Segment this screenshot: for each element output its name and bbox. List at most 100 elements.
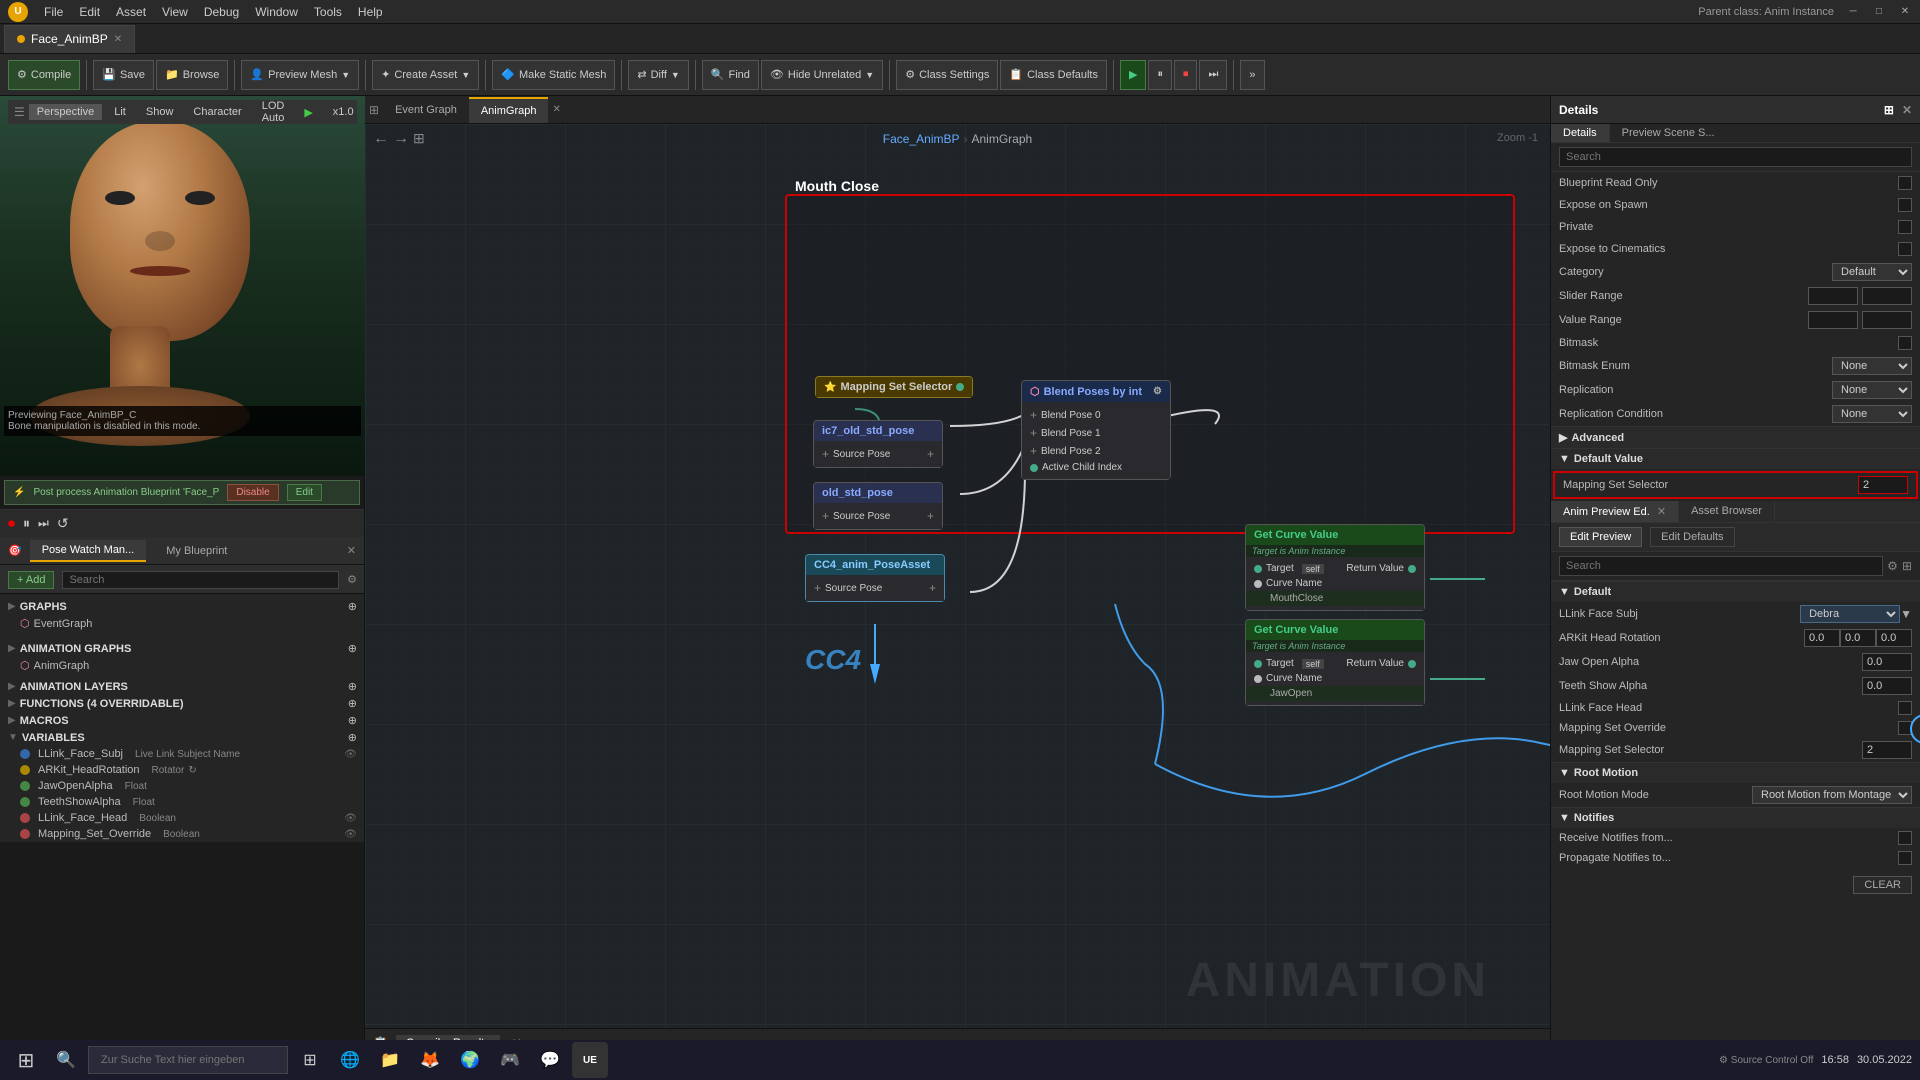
macros-header[interactable]: ▶ MACROS ⊕ [0, 712, 364, 729]
node-mapping-set-selector[interactable]: ⭐ Mapping Set Selector [815, 376, 973, 398]
eye-icon-llink[interactable]: 👁 [344, 749, 357, 760]
pose-watch-tab[interactable]: Pose Watch Man... [30, 540, 147, 562]
lit-mode-button[interactable]: Lit [106, 104, 134, 120]
find-button[interactable]: 🔍 Find [702, 60, 759, 90]
clear-button[interactable]: CLEAR [1853, 876, 1912, 894]
browse-button[interactable]: 📁 Browse [156, 60, 228, 90]
close-anim-preview-button[interactable]: ✕ [1657, 506, 1666, 518]
val-min-input[interactable] [1808, 311, 1858, 329]
close-graph-tab-button[interactable]: ✕ [552, 104, 560, 115]
llink-face-head-checkbox[interactable] [1898, 701, 1912, 715]
stop-button[interactable]: ⏹ [1174, 60, 1198, 90]
close-button[interactable]: ✕ [1898, 5, 1912, 19]
graph-area[interactable]: Face_AnimBP › AnimGraph Zoom -1 ← → ⊞ Mo… [365, 124, 1550, 1028]
pause-toolbar-button[interactable]: ⏸ [1148, 60, 1172, 90]
slider-max-input[interactable] [1862, 287, 1912, 305]
record-button[interactable]: ⏺ [8, 515, 15, 532]
llink-dropdown-icon[interactable]: ▼ [1900, 607, 1912, 621]
arkit-z-input[interactable] [1876, 629, 1912, 647]
arkit-x-input[interactable] [1804, 629, 1840, 647]
node-old-std-pose[interactable]: old_std_pose + Source Pose + [813, 482, 943, 530]
taskbar-discord-icon[interactable]: 💬 [532, 1042, 568, 1078]
pause-playback-button[interactable]: ⏸ [23, 515, 30, 532]
menu-item-edit[interactable]: Edit [79, 5, 100, 19]
back-nav-icon[interactable]: ← [373, 130, 389, 148]
close-pose-watch-button[interactable]: ✕ [347, 544, 356, 557]
my-blueprint-tab[interactable]: My Blueprint [154, 541, 239, 561]
save-button[interactable]: 💾 Save [93, 60, 154, 90]
preview-mesh-button[interactable]: 👤 Preview Mesh ▼ [241, 60, 359, 90]
advanced-section-header[interactable]: ▶ Advanced [1551, 426, 1920, 448]
maximize-button[interactable]: □ [1872, 5, 1886, 19]
menu-item-window[interactable]: Window [255, 5, 298, 19]
category-dropdown[interactable]: Default [1832, 263, 1912, 281]
slider-min-input[interactable] [1808, 287, 1858, 305]
bp-readonly-checkbox[interactable] [1898, 176, 1912, 190]
bitmask-enum-dropdown[interactable]: None [1832, 357, 1912, 375]
eye-icon-head[interactable]: 👁 [344, 813, 357, 824]
node-ic7-pose[interactable]: ic7_old_std_pose + Source Pose + [813, 420, 943, 468]
root-motion-header[interactable]: ▼ Root Motion [1551, 762, 1920, 783]
disable-button[interactable]: Disable [227, 484, 278, 501]
preview-scene-tab[interactable]: Preview Scene S... [1610, 124, 1727, 142]
var-jaw-open[interactable]: JawOpenAlpha Float [0, 778, 364, 794]
macros-add-icon[interactable]: ⊕ [348, 714, 357, 727]
play-button[interactable]: ▶ [1120, 60, 1146, 90]
taskbar-search-input[interactable] [88, 1046, 288, 1074]
taskbar-edge-icon[interactable]: 🌐 [332, 1042, 368, 1078]
anim-graphs-header[interactable]: ▶ ANIMATION GRAPHS ⊕ [0, 640, 364, 657]
taskbar-apps-icon[interactable]: ⊞ [292, 1042, 328, 1078]
jaw-open-input[interactable] [1862, 653, 1912, 671]
perspective-button[interactable]: Perspective [29, 104, 102, 120]
anim-mapping-selector-input[interactable] [1862, 741, 1912, 759]
show-button[interactable]: Show [138, 104, 182, 120]
anim-preview-search-input[interactable] [1559, 556, 1883, 576]
blueprint-search-input[interactable] [62, 571, 339, 589]
create-asset-button[interactable]: ✦ Create Asset ▼ [372, 60, 479, 90]
graphs-header[interactable]: ▶ GRAPHS ⊕ [0, 598, 364, 615]
var-teeth-show[interactable]: TeethShowAlpha Float [0, 794, 364, 810]
menu-item-debug[interactable]: Debug [204, 5, 239, 19]
play-viewport-button[interactable]: ▶ [296, 104, 320, 121]
var-llink-face-head[interactable]: LLink_Face_Head Boolean 👁 [0, 810, 364, 826]
character-button[interactable]: Character [185, 104, 249, 120]
diff-button[interactable]: ⇄ Diff ▼ [628, 60, 688, 90]
default-section-header[interactable]: ▼ Default [1551, 581, 1920, 602]
details-tab-active[interactable]: Details [1551, 124, 1610, 142]
menu-item-file[interactable]: File [44, 5, 63, 19]
private-checkbox[interactable] [1898, 220, 1912, 234]
variables-header[interactable]: ▼ VARIABLES ⊕ [0, 729, 364, 746]
bitmask-checkbox[interactable] [1898, 336, 1912, 350]
node-blend-poses[interactable]: ⬡ Blend Poses by int ⚙ + Blend Pose 0 + … [1021, 380, 1171, 480]
details-layout-icon[interactable]: ⊞ [1884, 103, 1894, 117]
refresh-button[interactable]: ↺ [57, 515, 69, 532]
animation-layers-header[interactable]: ▶ ANIMATION LAYERS ⊕ [0, 678, 364, 695]
edit-preview-button[interactable]: Edit Preview [1559, 527, 1642, 547]
anim-preview-layout-icon[interactable]: ⊞ [1902, 559, 1912, 573]
anim-graphs-add-icon[interactable]: ⊕ [348, 642, 357, 655]
anim-preview-settings-icon[interactable]: ⚙ [1887, 559, 1898, 573]
make-static-mesh-button[interactable]: 🔷 Make Static Mesh [492, 60, 615, 90]
notifies-header[interactable]: ▼ Notifies [1551, 807, 1920, 828]
lod-button[interactable]: LOD Auto [254, 98, 293, 126]
add-button[interactable]: + Add [8, 571, 54, 589]
arkit-y-input[interactable] [1840, 629, 1876, 647]
var-arkit-head[interactable]: ARKit_HeadRotation Rotator ↻ [0, 762, 364, 778]
menu-item-help[interactable]: Help [358, 5, 383, 19]
node-cc4-pose-asset[interactable]: CC4_anim_PoseAsset + Source Pose + [805, 554, 945, 602]
event-graph-item[interactable]: ⬡ EventGraph [0, 615, 364, 632]
expose-spawn-checkbox[interactable] [1898, 198, 1912, 212]
val-max-input[interactable] [1862, 311, 1912, 329]
anim-preview-ed-tab[interactable]: Anim Preview Ed. ✕ [1551, 501, 1679, 522]
menu-item-view[interactable]: View [162, 5, 188, 19]
taskbar-steam-icon[interactable]: 🎮 [492, 1042, 528, 1078]
taskbar-unreal-icon[interactable]: UE [572, 1042, 608, 1078]
hide-unrelated-button[interactable]: 👁 Hide Unrelated ▼ [761, 60, 883, 90]
variables-add-icon[interactable]: ⊕ [348, 731, 357, 744]
class-defaults-button[interactable]: 📋 Class Defaults [1000, 60, 1107, 90]
minimize-button[interactable]: ─ [1846, 5, 1860, 19]
functions-header[interactable]: ▶ FUNCTIONS (4 OVERRIDABLE) ⊕ [0, 695, 364, 712]
node-get-curve-1[interactable]: Get Curve Value Target is Anim Instance … [1245, 524, 1425, 611]
skip-button[interactable]: ⏭ [1199, 60, 1227, 90]
anim-graph-item[interactable]: ⬡ AnimGraph [0, 657, 364, 674]
